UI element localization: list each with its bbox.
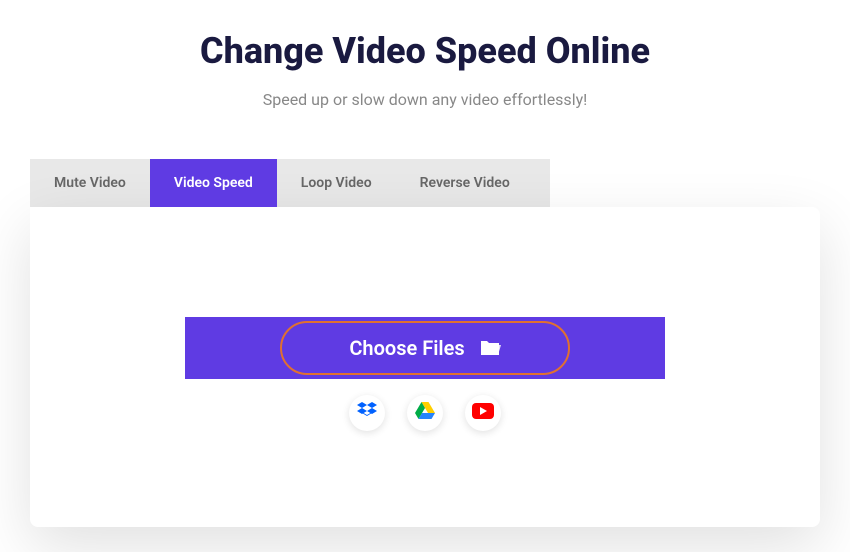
youtube-icon — [472, 403, 494, 423]
dropbox-icon — [357, 402, 377, 424]
google-drive-icon — [415, 402, 435, 424]
page-title: Change Video Speed Online — [30, 30, 820, 72]
dropbox-source-button[interactable] — [349, 395, 385, 431]
choose-files-button[interactable]: Choose Files — [185, 317, 665, 379]
tab-video-speed[interactable]: Video Speed — [150, 159, 277, 207]
choose-files-text: Choose Files — [349, 336, 464, 360]
tab-loop-video[interactable]: Loop Video — [277, 159, 396, 207]
source-icons-row — [349, 395, 501, 431]
page-subtitle: Speed up or slow down any video effortle… — [30, 90, 820, 109]
folder-icon — [479, 339, 501, 357]
tab-reverse-video[interactable]: Reverse Video — [396, 159, 534, 207]
google-drive-source-button[interactable] — [407, 395, 443, 431]
upload-panel: Choose Files — [30, 207, 820, 527]
tab-mute-video[interactable]: Mute Video — [30, 159, 150, 207]
choose-files-label: Choose Files — [349, 336, 500, 360]
youtube-source-button[interactable] — [465, 395, 501, 431]
tabs-bar: Mute Video Video Speed Loop Video Revers… — [30, 159, 550, 207]
